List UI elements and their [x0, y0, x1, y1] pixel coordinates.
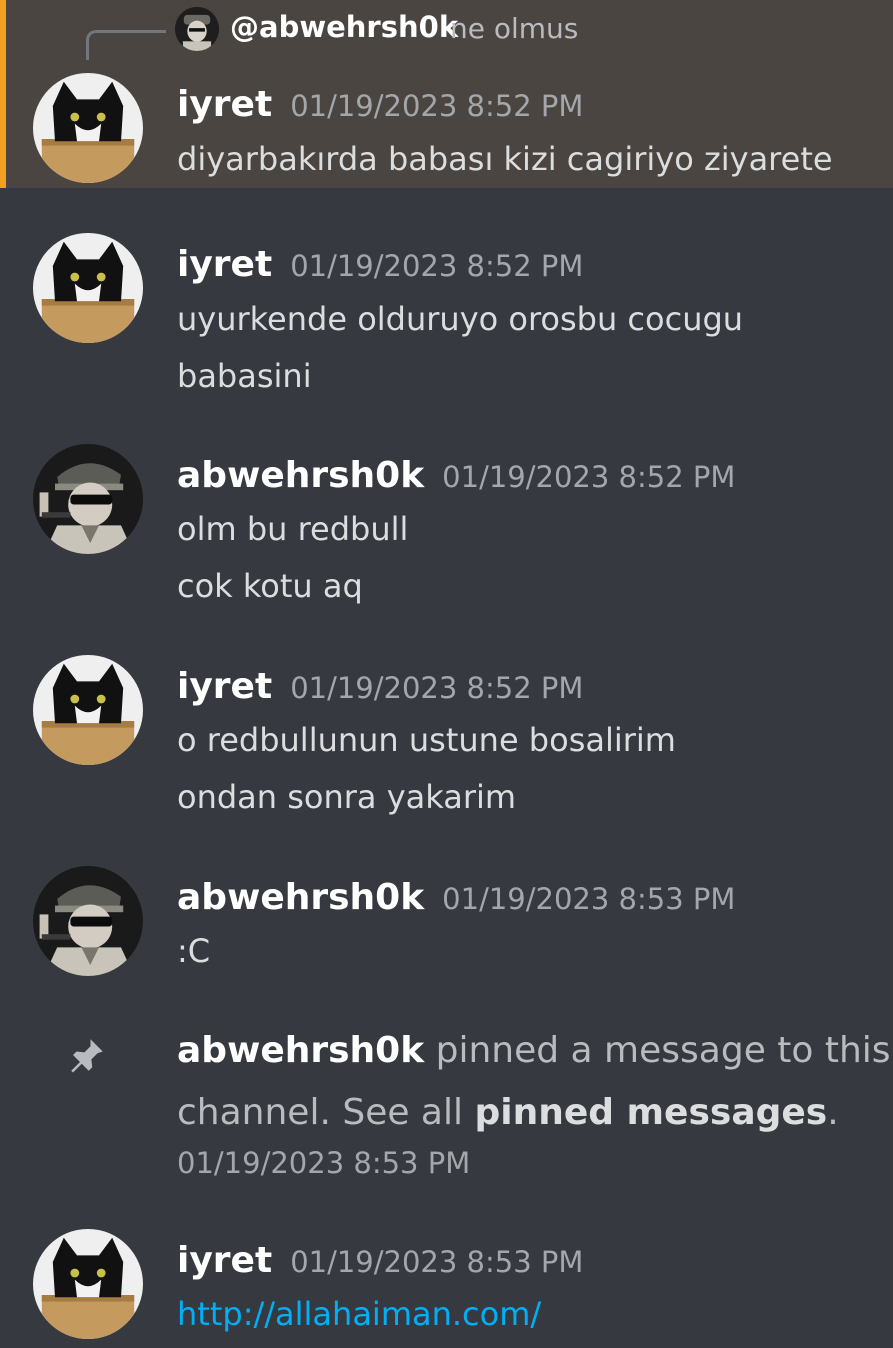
author-name[interactable]: abwehrsh0k [177, 455, 424, 496]
timestamp[interactable]: 01/19/2023 8:52 PM [290, 249, 583, 283]
reply-avatar[interactable] [175, 7, 219, 51]
timestamp[interactable]: 01/19/2023 8:53 PM [442, 882, 735, 916]
avatar[interactable] [33, 444, 143, 554]
pinned-author[interactable]: abwehrsh0k [177, 1030, 424, 1071]
message-text: diyarbakırda babası kizi cagiriyo ziyare… [177, 140, 833, 178]
avatar[interactable] [33, 655, 143, 765]
avatar[interactable] [33, 866, 143, 976]
timestamp[interactable]: 01/19/2023 8:52 PM [290, 89, 583, 123]
timestamp[interactable]: 01/19/2023 8:52 PM [442, 460, 735, 494]
author-name[interactable]: iyret [177, 244, 272, 285]
message-header: iyret 01/19/2023 8:52 PM [177, 666, 583, 707]
message-header: abwehrsh0k 01/19/2023 8:52 PM [177, 455, 735, 496]
reply-connector [86, 30, 166, 60]
mention-accent-bar [0, 0, 6, 188]
message-link[interactable]: http://allahaiman.com/ [177, 1295, 541, 1333]
pin-icon [71, 1039, 103, 1073]
message-text: uyurkende olduruyo orosbu cocugu [177, 300, 744, 338]
author-name[interactable]: iyret [177, 1240, 272, 1281]
author-name[interactable]: abwehrsh0k [177, 877, 424, 918]
pinned-message-line-2: channel. See all pinned messages. [177, 1092, 839, 1133]
message-text: :C [177, 932, 211, 970]
timestamp[interactable]: 01/19/2023 8:53 PM [290, 1245, 583, 1279]
message-header: abwehrsh0k 01/19/2023 8:53 PM [177, 877, 735, 918]
pinned-message-line-1: abwehrsh0k pinned a message to this [177, 1030, 891, 1071]
avatar[interactable] [33, 1229, 143, 1339]
message-text: o redbullunun ustune bosalirim [177, 721, 676, 759]
message-text: babasini [177, 357, 312, 395]
message-text: olm bu redbull [177, 510, 409, 548]
author-name[interactable]: iyret [177, 666, 272, 707]
message-header: iyret 01/19/2023 8:53 PM [177, 1240, 583, 1281]
pinned-text: pinned a message to this [424, 1030, 891, 1071]
pinned-messages-link[interactable]: pinned messages [474, 1092, 827, 1133]
message-text: cok kotu aq [177, 567, 363, 605]
timestamp[interactable]: 01/19/2023 8:52 PM [290, 671, 583, 705]
reply-author[interactable]: @abwehrsh0k [230, 10, 458, 44]
pinned-timestamp[interactable]: 01/19/2023 8:53 PM [177, 1146, 470, 1180]
message-header: iyret 01/19/2023 8:52 PM [177, 84, 583, 125]
message-text: ondan sonra yakarim [177, 778, 517, 816]
pinned-text: . [827, 1092, 839, 1133]
reply-preview-text[interactable]: ne olmus [450, 12, 578, 45]
avatar[interactable] [33, 233, 143, 343]
avatar[interactable] [33, 73, 143, 183]
message-header: iyret 01/19/2023 8:52 PM [177, 244, 583, 285]
pinned-text: channel. See all [177, 1092, 475, 1133]
author-name[interactable]: iyret [177, 84, 272, 125]
